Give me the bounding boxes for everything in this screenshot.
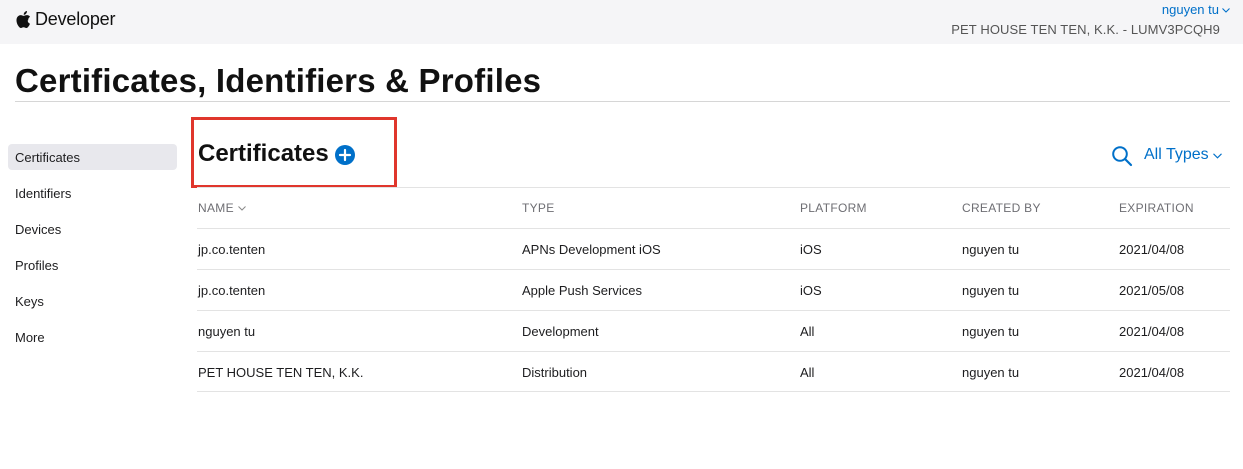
sidebar-item-profiles[interactable]: Profiles xyxy=(8,252,177,278)
user-menu[interactable]: nguyen tu xyxy=(1162,2,1230,17)
cell-platform: All xyxy=(800,323,815,339)
cell-created-by: nguyen tu xyxy=(962,364,1020,380)
cell-expiration: 2021/05/08 xyxy=(1119,282,1185,298)
table-row[interactable]: jp.co.tenten APNs Development iOS iOS ng… xyxy=(197,228,1230,269)
cell-type: Distribution xyxy=(522,364,588,380)
cell-name[interactable]: jp.co.tenten xyxy=(198,270,265,310)
cell-platform: iOS xyxy=(800,282,822,298)
apple-logo-icon xyxy=(16,10,31,28)
sidebar-item-more[interactable]: More xyxy=(8,324,177,350)
table-row[interactable]: nguyen tu Development All nguyen tu 2021… xyxy=(197,310,1230,351)
cell-expiration: 2021/04/08 xyxy=(1119,241,1185,257)
sort-chevron-icon xyxy=(238,206,246,211)
column-header-created-by[interactable]: CREATED BY xyxy=(962,188,1041,228)
cell-created-by: nguyen tu xyxy=(962,323,1020,339)
column-header-name[interactable]: NAME xyxy=(198,188,246,228)
sidebar-item-certificates[interactable]: Certificates xyxy=(8,144,177,170)
cell-created-by: nguyen tu xyxy=(962,282,1020,298)
cell-name[interactable]: PET HOUSE TEN TEN, K.K. xyxy=(198,352,363,392)
type-filter-dropdown[interactable]: All Types xyxy=(1144,146,1222,164)
cell-name[interactable]: jp.co.tenten xyxy=(198,229,265,269)
sidebar: Certificates Identifiers Devices Profile… xyxy=(8,144,177,360)
column-header-type[interactable]: TYPE xyxy=(522,188,555,228)
cell-platform: All xyxy=(800,364,815,380)
developer-home-link[interactable]: Developer xyxy=(15,8,115,30)
chevron-down-icon xyxy=(1212,153,1222,159)
cell-type: Apple Push Services xyxy=(522,282,642,298)
user-name: nguyen tu xyxy=(1161,2,1219,17)
cell-name[interactable]: nguyen tu xyxy=(198,311,255,351)
sidebar-item-keys[interactable]: Keys xyxy=(8,288,177,314)
table-row[interactable]: jp.co.tenten Apple Push Services iOS ngu… xyxy=(197,269,1230,310)
top-bar: Developer nguyen tu PET HOUSE TEN TEN, K… xyxy=(0,0,1243,44)
sidebar-item-identifiers[interactable]: Identifiers xyxy=(8,180,177,206)
divider xyxy=(15,101,1230,102)
sidebar-item-devices[interactable]: Devices xyxy=(8,216,177,242)
search-icon[interactable] xyxy=(1111,145,1133,167)
team-label: PET HOUSE TEN TEN, K.K. - LUMV3PCQH9 xyxy=(951,22,1220,37)
cell-expiration: 2021/04/08 xyxy=(1119,323,1185,339)
cell-created-by: nguyen tu xyxy=(962,241,1020,257)
cell-platform: iOS xyxy=(800,241,822,257)
brand-label: Developer xyxy=(35,8,116,29)
cell-type: APNs Development iOS xyxy=(522,241,661,257)
page-title: Certificates, Identifiers & Profiles xyxy=(15,62,542,99)
certificates-table: NAME TYPE PLATFORM CREATED BY EXPIRATION… xyxy=(197,187,1230,392)
column-header-platform[interactable]: PLATFORM xyxy=(800,188,867,228)
highlight-box xyxy=(191,117,397,188)
filter-label: All Types xyxy=(1144,146,1209,163)
cell-type: Development xyxy=(522,323,599,339)
table-header-row: NAME TYPE PLATFORM CREATED BY EXPIRATION xyxy=(197,187,1230,228)
table-row[interactable]: PET HOUSE TEN TEN, K.K. Distribution All… xyxy=(197,351,1230,392)
cell-expiration: 2021/04/08 xyxy=(1119,364,1185,380)
chevron-down-icon xyxy=(1222,7,1230,13)
column-header-expiration[interactable]: EXPIRATION xyxy=(1119,188,1194,228)
